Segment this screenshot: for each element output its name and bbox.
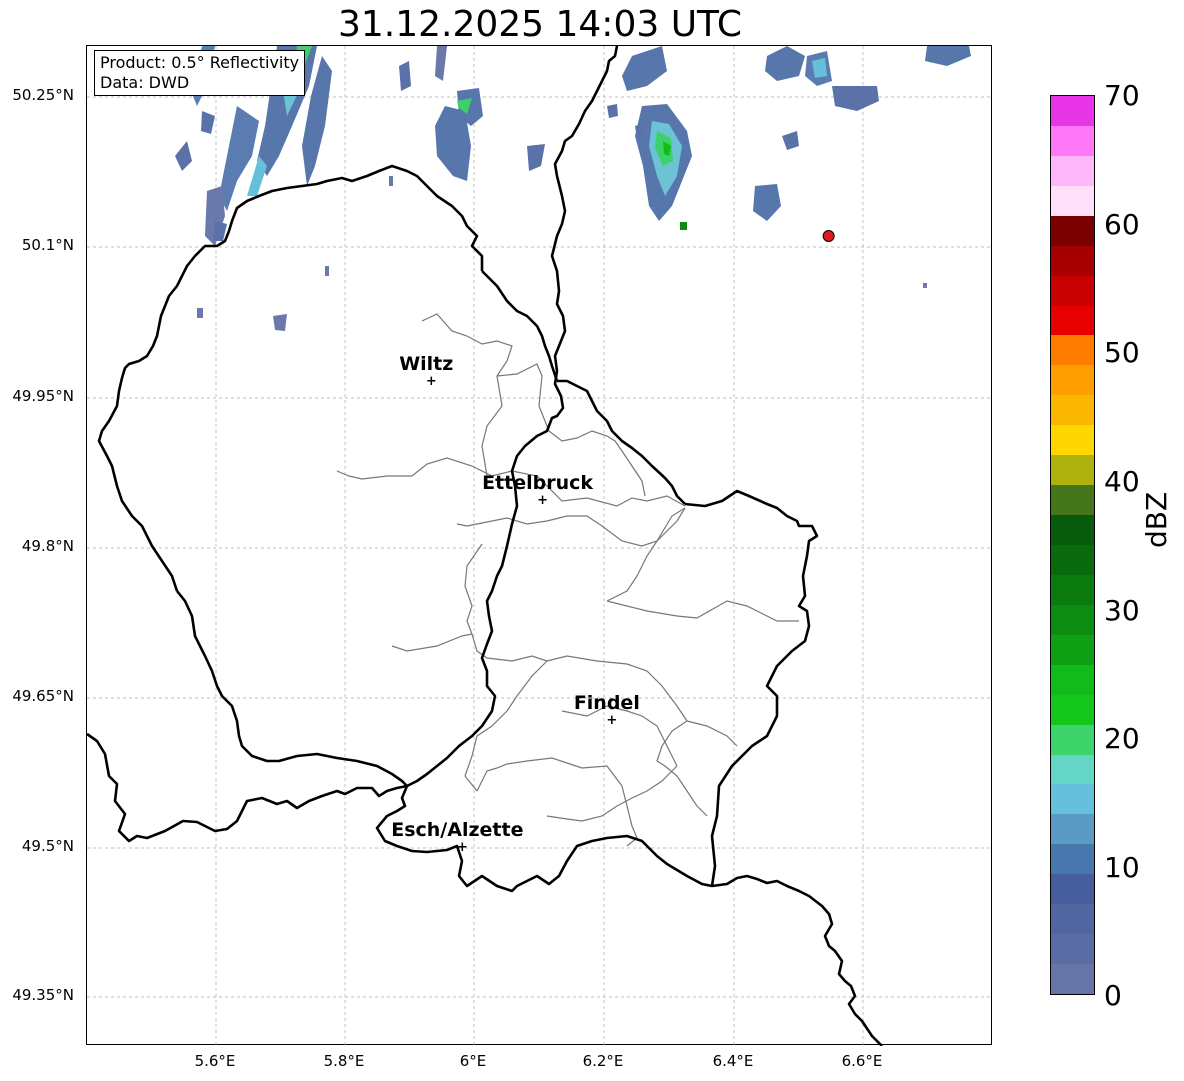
city-label: Findel [574,692,640,714]
data-source-label: Data: DWD [100,73,190,92]
lon-label: 6.6°E [841,1052,883,1070]
colorbar-swatch [1051,395,1094,426]
colorbar-swatch [1051,784,1094,815]
lon-label: 5.8°E [323,1052,365,1070]
colorbar-swatch [1051,844,1094,875]
canton-boundaries [336,313,799,847]
city-label: Esch/Alzette [391,819,523,841]
map-title: 31.12.2025 14:03 UTC [337,4,743,45]
colorbar-swatch [1051,515,1094,546]
lat-label: 49.5°N [21,837,74,855]
lon-label: 6°E [459,1052,487,1070]
colorbar-swatch [1051,724,1094,756]
colorbar-swatch [1051,874,1094,905]
colorbar-swatch [1051,215,1094,247]
lat-label: 50.1°N [21,236,74,254]
map-canvas: +Wiltz+Ettelbruck+Findel+Esch/Alzette [87,46,993,1046]
colorbar-swatch [1051,425,1094,456]
colorbar-swatch [1051,96,1094,127]
city-label: Ettelbruck [482,472,593,494]
colorbar-swatch [1051,335,1094,366]
colorbar-swatch [1051,634,1094,666]
city-markers: +Wiltz+Ettelbruck+Findel+Esch/Alzette [391,353,640,855]
colorbar-swatch [1051,604,1094,636]
colorbar-swatch [1051,574,1094,606]
colorbar-swatch [1051,125,1094,157]
lat-label: 50.25°N [12,86,74,104]
city-plus-icon: + [426,374,437,389]
city-label: Wiltz [399,353,453,375]
lon-label: 5.6°E [194,1052,236,1070]
lat-label: 49.35°N [12,986,74,1004]
colorbar-tick: 30 [1104,594,1140,627]
colorbar-swatch [1051,155,1094,187]
colorbar [1050,95,1095,995]
colorbar-tick: 20 [1104,722,1140,755]
lat-label: 49.8°N [21,537,74,555]
colorbar-swatch [1051,275,1094,307]
colorbar-tick: 50 [1104,336,1140,369]
colorbar-swatch [1051,814,1094,845]
city-marker: +Findel [574,692,640,728]
city-plus-icon: + [537,493,548,508]
colorbar-swatch [1051,754,1094,785]
colorbar-swatch [1051,904,1094,935]
colorbar-swatch [1051,185,1094,217]
colorbar-swatch [1051,455,1094,486]
colorbar-tick: 10 [1104,851,1140,884]
lon-label: 6.4°E [712,1052,754,1070]
lat-label: 49.65°N [12,687,74,705]
city-marker: +Ettelbruck [482,472,593,508]
city-plus-icon: + [606,713,617,728]
lon-label: 6.2°E [582,1052,624,1070]
colorbar-swatch [1051,365,1094,396]
colorbar-swatch [1051,694,1094,726]
colorbar-tick: 70 [1104,79,1140,112]
colorbar-swatch [1051,664,1094,696]
radar-map[interactable]: + Wiltz + Ettelbruck + Findel + Esch/Alzette [86,45,993,1046]
colorbar-swatch [1051,964,1094,995]
product-label: Product: 0.5° Reflectivity [100,53,300,72]
colorbar-tick: 0 [1104,979,1122,1012]
event-marker[interactable] [822,230,835,242]
colorbar-tick: 60 [1104,208,1140,241]
colorbar-tick: 40 [1104,465,1140,498]
colorbar-swatch [1051,934,1094,965]
product-info-box: Product: 0.5° Reflectivity Data: DWD [94,50,306,96]
colorbar-swatch [1051,245,1094,277]
city-plus-icon: + [457,840,468,855]
colorbar-swatch [1051,485,1094,516]
lat-label: 49.95°N [12,387,74,405]
colorbar-swatch [1051,545,1094,576]
colorbar-label: dBZ [1140,491,1173,548]
colorbar-swatch [1051,305,1094,336]
city-marker: +Wiltz [399,353,453,389]
